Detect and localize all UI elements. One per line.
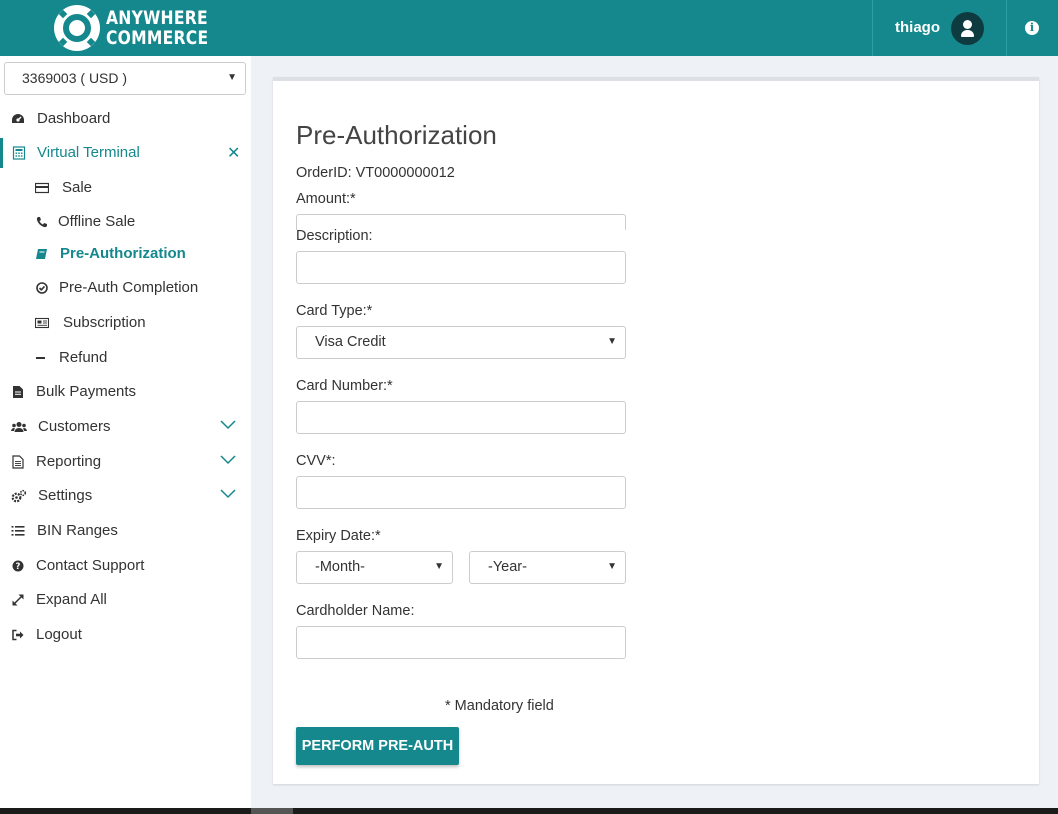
check-circle-icon [36, 282, 48, 294]
chevron-down-icon[interactable] [220, 420, 236, 430]
sidebar-subitem-subscription[interactable]: Subscription [0, 308, 251, 338]
sidebar-subitem-offline-sale[interactable]: Offline Sale [0, 207, 251, 237]
cvv-label: CVV*: [296, 453, 336, 469]
sidebar-item-label: Subscription [63, 314, 146, 331]
sidebar-item-label: Pre-Authorization [60, 245, 186, 262]
report-icon [12, 455, 24, 469]
main-content: Pre-Authorization OrderID: VT0000000012 … [251, 56, 1058, 808]
account-select-value: 3369003 ( USD ) [22, 70, 128, 86]
brand-line-2: COMMERCE [106, 27, 209, 49]
sidebar-item-label: Virtual Terminal [37, 144, 140, 161]
sidebar-item-logout[interactable]: Logout [0, 620, 251, 650]
sidebar-item-bulk-payments[interactable]: Bulk Payments [0, 377, 251, 407]
sidebar-subitem-pre-auth-completion[interactable]: Pre-Auth Completion [0, 273, 251, 303]
sidebar-item-contact-support[interactable]: ? Contact Support [0, 551, 251, 581]
list-icon [11, 526, 25, 536]
mandatory-field-note: * Mandatory field [445, 698, 554, 714]
dashboard-icon [12, 114, 24, 123]
description-label: Description: [296, 228, 373, 244]
sidebar-item-virtual-terminal[interactable]: Virtual Terminal ✕ [0, 138, 251, 168]
expiry-month-select[interactable]: -Month- ▼ [296, 551, 453, 584]
sidebar-item-label: Refund [59, 349, 108, 366]
card-type-value: Visa Credit [315, 334, 386, 350]
top-header: ANYWHERE COMMERCE thiago i [0, 0, 1058, 56]
sidebar-subitem-sale[interactable]: Sale [0, 173, 251, 203]
expiry-date-label: Expiry Date:* [296, 528, 381, 544]
sidebar-item-dashboard[interactable]: Dashboard [0, 104, 251, 134]
window-bottom-edge [0, 808, 1058, 814]
cogs-icon [11, 489, 27, 503]
sidebar: 3369003 ( USD ) ▼ Dashboard Virtual Term… [0, 56, 251, 808]
info-icon[interactable]: i [1025, 21, 1039, 35]
user-menu[interactable]: thiago [872, 0, 1007, 56]
order-id: OrderID: VT0000000012 [296, 165, 455, 181]
newspaper-icon [35, 317, 49, 329]
close-icon[interactable]: ✕ [227, 143, 240, 163]
caret-down-icon: ▼ [607, 561, 617, 572]
sidebar-item-label: Dashboard [37, 110, 111, 127]
description-input[interactable] [296, 251, 626, 284]
calculator-icon [12, 146, 26, 160]
chevron-down-icon[interactable] [220, 455, 236, 465]
brand-line-1: ANYWHERE [106, 7, 208, 29]
brand-logo[interactable]: ANYWHERE COMMERCE [54, 5, 231, 51]
expand-icon [12, 594, 24, 606]
sidebar-item-settings[interactable]: Settings [0, 481, 251, 511]
sidebar-item-label: Offline Sale [58, 213, 136, 230]
credit-card-icon [35, 182, 49, 194]
sidebar-item-expand-all[interactable]: Expand All [0, 585, 251, 615]
caret-down-icon: ▼ [434, 561, 444, 572]
caret-down-icon: ▼ [227, 72, 237, 83]
minus-icon [36, 357, 45, 359]
logo-icon [54, 5, 100, 51]
sidebar-item-label: Contact Support [36, 557, 145, 574]
sidebar-item-label: Reporting [36, 453, 102, 470]
sidebar-item-customers[interactable]: Customers [0, 412, 251, 442]
caret-down-icon: ▼ [607, 336, 617, 347]
account-select[interactable]: 3369003 ( USD ) ▼ [4, 62, 246, 95]
card-number-input[interactable] [296, 401, 626, 434]
svg-text:?: ? [16, 562, 21, 572]
sign-out-icon [12, 629, 24, 641]
chevron-down-icon[interactable] [220, 489, 236, 499]
sidebar-item-reporting[interactable]: Reporting [0, 447, 251, 477]
perform-pre-auth-button[interactable]: PERFORM PRE-AUTH [296, 727, 459, 765]
sidebar-item-label: Settings [38, 487, 93, 504]
cardholder-name-label: Cardholder Name: [296, 603, 415, 619]
sidebar-item-label: Bulk Payments [36, 383, 137, 400]
question-circle-icon: ? [12, 560, 24, 572]
amount-label: Amount:* [296, 191, 356, 207]
sidebar-item-label: Customers [38, 418, 111, 435]
sidebar-subitem-pre-authorization[interactable]: Pre-Authorization [0, 239, 251, 269]
sidebar-item-label: Logout [36, 626, 82, 643]
card-type-select[interactable]: Visa Credit ▼ [296, 326, 626, 359]
cvv-input[interactable] [296, 476, 626, 509]
sidebar-item-label: Expand All [36, 591, 107, 608]
card-type-label: Card Type:* [296, 303, 373, 319]
sidebar-item-label: Pre-Auth Completion [59, 279, 199, 296]
card-number-label: Card Number:* [296, 378, 393, 394]
users-icon [11, 422, 27, 432]
expiry-year-value: -Year- [488, 559, 527, 575]
user-icon[interactable] [951, 12, 984, 45]
phone-icon [36, 217, 47, 228]
sidebar-subitem-refund[interactable]: Refund [0, 343, 251, 373]
username: thiago [895, 19, 940, 36]
expiry-month-value: -Month- [315, 559, 365, 575]
cardholder-name-input[interactable] [296, 626, 626, 659]
sidebar-item-label: Sale [62, 179, 93, 196]
sidebar-item-bin-ranges[interactable]: BIN Ranges [0, 516, 251, 546]
page-title: Pre-Authorization [296, 120, 497, 150]
book-icon [36, 249, 47, 259]
expiry-year-select[interactable]: -Year- ▼ [469, 551, 626, 584]
file-icon [13, 386, 23, 398]
brand-name: ANYWHERE COMMERCE [106, 8, 208, 48]
sidebar-item-label: BIN Ranges [37, 522, 118, 539]
pre-auth-form-card: Pre-Authorization OrderID: VT0000000012 … [273, 77, 1039, 784]
